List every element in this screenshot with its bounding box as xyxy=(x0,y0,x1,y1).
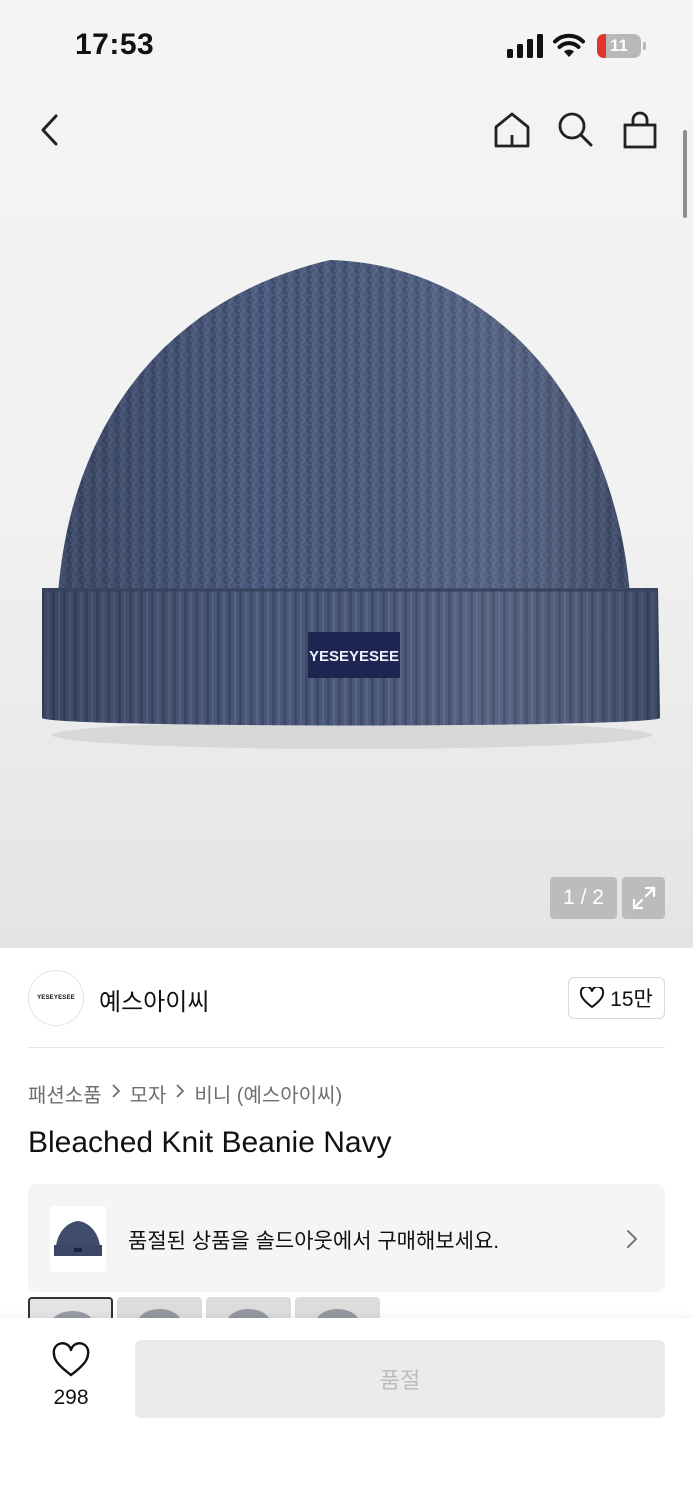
expand-icon xyxy=(632,886,655,910)
wishlist-button[interactable]: 298 xyxy=(40,1342,102,1409)
product-title: Bleached Knit Beanie Navy xyxy=(28,1126,392,1159)
soldout-button[interactable]: 품절 xyxy=(135,1340,665,1418)
bottom-action-bar: 298 품절 xyxy=(0,1318,693,1500)
brand-name[interactable]: 예스아이씨 xyxy=(99,982,209,1017)
product-image-gallery[interactable]: 17:53 11 YESEYESEE 1 / 2 xyxy=(0,0,693,948)
status-time: 17:53 xyxy=(75,28,155,61)
scrollbar[interactable] xyxy=(683,130,687,218)
cellular-signal-icon xyxy=(507,34,543,58)
chevron-right-icon xyxy=(174,1082,186,1105)
battery-level: 11 xyxy=(610,36,628,55)
divider xyxy=(28,1047,665,1048)
heart-icon xyxy=(580,987,605,1008)
image-counter: 1 / 2 xyxy=(550,877,617,919)
chevron-left-icon xyxy=(41,114,58,146)
heart-icon xyxy=(52,1342,90,1377)
cart-button[interactable] xyxy=(618,108,662,152)
thumbnail-item[interactable] xyxy=(295,1297,380,1319)
chevron-right-icon xyxy=(110,1082,122,1105)
brand-row: YESEYESEE 예스아이씨 15만 xyxy=(28,968,665,1028)
expand-button[interactable] xyxy=(622,877,665,919)
breadcrumb-item[interactable]: 모자 xyxy=(130,1079,167,1108)
soldout-banner[interactable]: 품절된 상품을 솔드아웃에서 구매해보세요. xyxy=(28,1184,665,1292)
status-bar: 17:53 11 xyxy=(0,0,693,92)
breadcrumb-item[interactable]: 비니 (예스아이씨) xyxy=(194,1079,342,1108)
home-icon xyxy=(494,112,530,148)
brand-logo[interactable]: YESEYESEE xyxy=(28,970,84,1026)
image-thumbnails xyxy=(28,1297,380,1319)
product-image[interactable]: YESEYESEE xyxy=(30,240,670,760)
brand-like-count: 15만 xyxy=(610,988,653,1011)
search-icon xyxy=(558,112,593,147)
brand-logo-text: YESEYESEE xyxy=(37,995,75,1001)
home-button[interactable] xyxy=(490,108,534,152)
back-button[interactable] xyxy=(28,108,72,152)
thumbnail-item[interactable] xyxy=(28,1297,113,1319)
brand-tag: YESEYESEE xyxy=(308,632,400,678)
breadcrumb-item[interactable]: 패션소품 xyxy=(28,1079,102,1108)
soldout-banner-text: 품절된 상품을 솔드아웃에서 구매해보세요. xyxy=(128,1230,500,1253)
brand-tag-text: YESEYESEE xyxy=(309,648,399,665)
wishlist-count: 298 xyxy=(53,1386,89,1409)
thumbnail-item[interactable] xyxy=(117,1297,202,1319)
wifi-icon xyxy=(553,32,585,58)
chevron-right-icon xyxy=(627,1230,638,1248)
battery-icon: 11 xyxy=(597,34,647,58)
brand-like-button[interactable]: 15만 xyxy=(568,977,665,1019)
breadcrumb: 패션소품 모자 비니 (예스아이씨) xyxy=(28,1079,342,1108)
thumbnail-item[interactable] xyxy=(206,1297,291,1319)
soldout-thumbnail xyxy=(50,1206,106,1272)
search-button[interactable] xyxy=(553,108,597,152)
shopping-bag-icon xyxy=(623,111,657,149)
